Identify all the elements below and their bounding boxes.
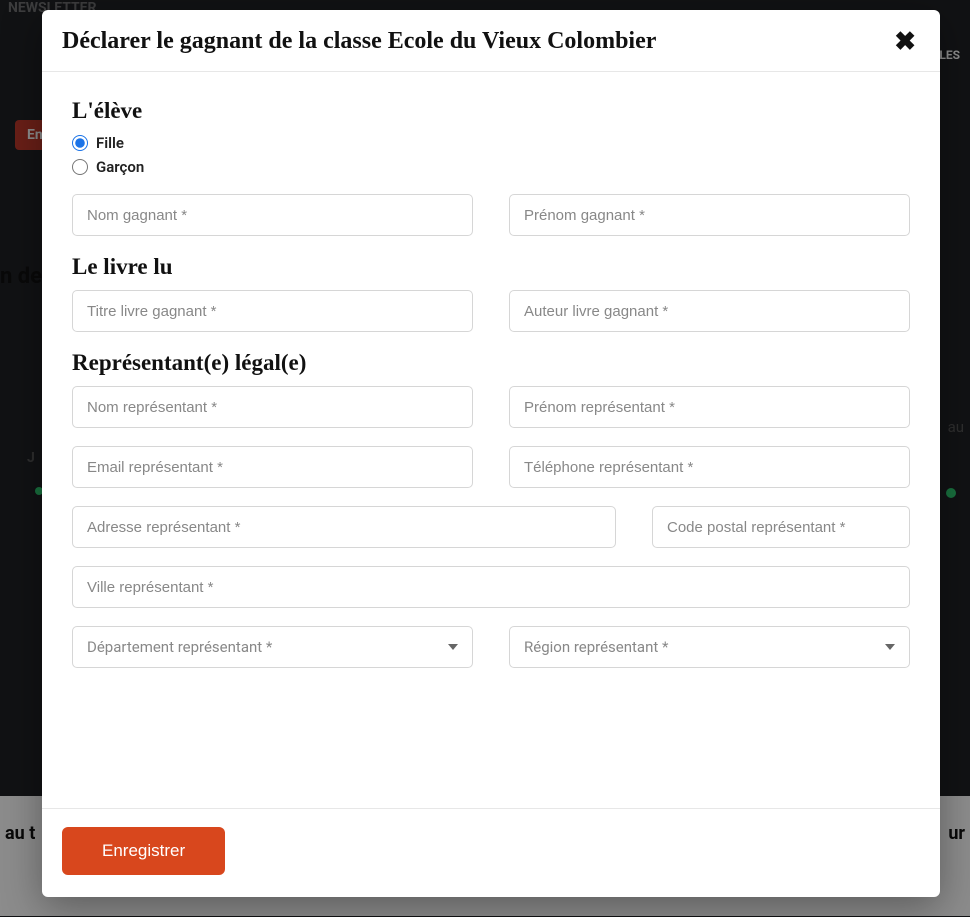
rep-phone-input[interactable] bbox=[509, 446, 910, 488]
section-student-heading: L'élève bbox=[72, 98, 910, 124]
rep-address-input[interactable] bbox=[72, 506, 616, 548]
rep-dept-select[interactable]: Département représentant * bbox=[72, 626, 473, 668]
winner-modal: Déclarer le gagnant de la classe Ecole d… bbox=[42, 10, 940, 897]
rep-email-input[interactable] bbox=[72, 446, 473, 488]
gender-radio-group: Fille Garçon bbox=[72, 134, 910, 176]
rep-dept-placeholder: Département représentant * bbox=[87, 638, 272, 656]
student-lastname-input[interactable] bbox=[72, 194, 473, 236]
rep-region-placeholder: Région représentant * bbox=[524, 638, 668, 656]
book-author-input[interactable] bbox=[509, 290, 910, 332]
rep-postal-input[interactable] bbox=[652, 506, 910, 548]
radio-girl[interactable]: Fille bbox=[72, 134, 910, 152]
radio-girl-input[interactable] bbox=[72, 135, 88, 151]
chevron-down-icon bbox=[885, 644, 895, 650]
section-book-heading: Le livre lu bbox=[72, 254, 910, 280]
student-firstname-input[interactable] bbox=[509, 194, 910, 236]
rep-lastname-input[interactable] bbox=[72, 386, 473, 428]
book-title-input[interactable] bbox=[72, 290, 473, 332]
modal-title: Déclarer le gagnant de la classe Ecole d… bbox=[62, 28, 656, 55]
modal-header: Déclarer le gagnant de la classe Ecole d… bbox=[42, 10, 940, 72]
save-button[interactable]: Enregistrer bbox=[62, 827, 225, 875]
rep-firstname-input[interactable] bbox=[509, 386, 910, 428]
close-icon[interactable]: ✖ bbox=[894, 29, 916, 55]
radio-boy-input[interactable] bbox=[72, 159, 88, 175]
radio-boy-label: Garçon bbox=[96, 158, 144, 176]
rep-region-select[interactable]: Région représentant * bbox=[509, 626, 910, 668]
rep-city-input[interactable] bbox=[72, 566, 910, 608]
radio-boy[interactable]: Garçon bbox=[72, 158, 910, 176]
modal-body: L'élève Fille Garçon Le livre lu Représe… bbox=[42, 72, 940, 808]
modal-footer: Enregistrer bbox=[42, 808, 940, 897]
chevron-down-icon bbox=[448, 644, 458, 650]
section-rep-heading: Représentant(e) légal(e) bbox=[72, 350, 910, 376]
radio-girl-label: Fille bbox=[96, 134, 124, 152]
